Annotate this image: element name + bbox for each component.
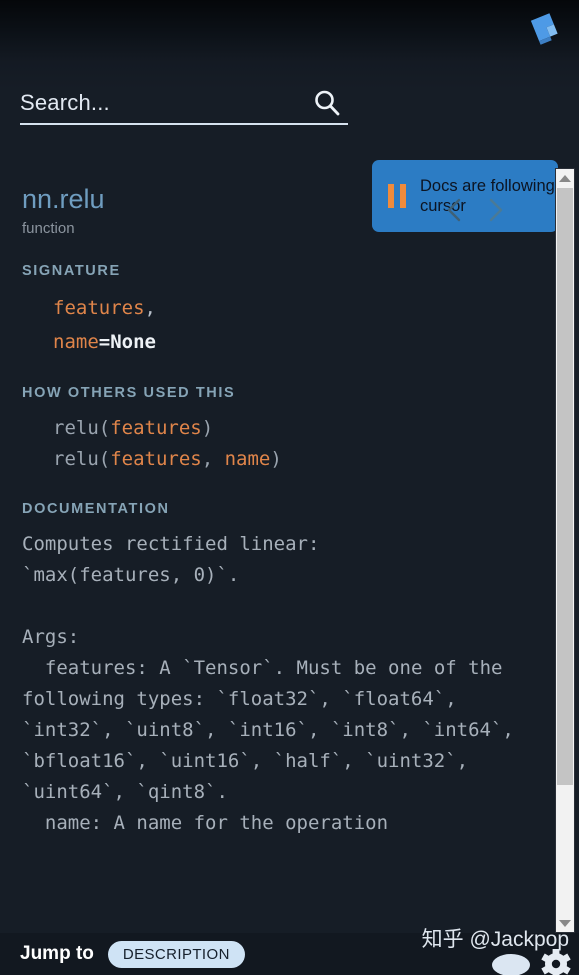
section-heading-signature: SIGNATURE xyxy=(22,263,121,279)
documentation-pane: nn.relu function SIGNATURE features, nam… xyxy=(0,168,546,933)
scroll-up-arrow-icon[interactable] xyxy=(556,169,574,187)
usage-1-arg1: features xyxy=(110,417,202,439)
gear-icon[interactable] xyxy=(541,949,571,975)
usage-2-arg1: features xyxy=(110,448,202,470)
search-row: Docs are following cursor xyxy=(0,78,579,232)
scroll-down-arrow-icon[interactable] xyxy=(556,914,574,932)
search-icon[interactable] xyxy=(312,88,342,118)
search-input[interactable] xyxy=(20,90,290,116)
usage-1-pre: relu( xyxy=(53,417,111,439)
usage-2-mid: , xyxy=(201,448,225,470)
documentation-body: Computes rectified linear: `max(features… xyxy=(22,533,514,834)
usage-2-arg2: name xyxy=(224,448,271,470)
signature-param-name: name xyxy=(53,331,99,353)
kite-copilot-window: Docs are following cursor nn.relu functi… xyxy=(0,0,579,975)
chat-bubble-icon[interactable] xyxy=(491,951,531,975)
scrollbar-thumb[interactable] xyxy=(557,188,573,785)
jump-to-label: Jump to xyxy=(20,943,94,964)
jump-to-description-pill[interactable]: DESCRIPTION xyxy=(107,940,245,968)
doc-header: nn.relu function xyxy=(0,168,546,237)
search-box[interactable] xyxy=(20,88,348,125)
signature-equals: = xyxy=(98,331,111,353)
signature-param-features: features xyxy=(53,297,145,319)
usage-block: relu(features) relu(features, name) xyxy=(53,413,546,475)
bottom-bar-icons xyxy=(491,949,571,975)
history-nav xyxy=(444,196,506,224)
kite-logo-icon xyxy=(525,8,565,50)
section-heading-documentation: DOCUMENTATION xyxy=(22,501,170,517)
usage-2-pre: relu( xyxy=(53,448,111,470)
signature-block: features, name=None xyxy=(53,291,546,359)
usage-1-post: ) xyxy=(201,417,214,439)
bottom-bar: Jump to DESCRIPTION xyxy=(0,933,579,975)
signature-comma: , xyxy=(144,297,156,319)
signature-default-none: None xyxy=(110,331,156,353)
usage-2-post: ) xyxy=(270,448,282,470)
documentation-scrollbar[interactable] xyxy=(555,168,575,933)
chevron-left-icon[interactable] xyxy=(444,196,464,224)
search-underline xyxy=(20,123,348,125)
section-heading-usage: HOW OTHERS USED THIS xyxy=(22,385,236,401)
chevron-right-icon[interactable] xyxy=(486,196,506,224)
